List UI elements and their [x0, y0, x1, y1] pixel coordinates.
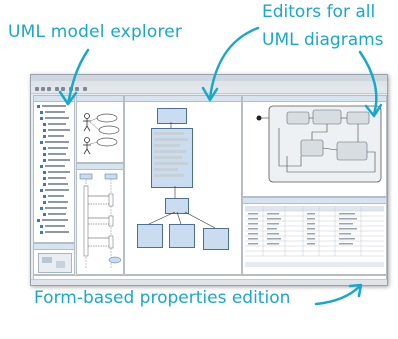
arrow-model-explorer — [66, 48, 90, 106]
arrow-editors-left — [208, 26, 260, 100]
arrow-editors-right — [358, 50, 378, 116]
annotation-arrows — [58, 26, 383, 306]
arrow-properties — [314, 284, 362, 306]
arrow-head — [364, 103, 383, 118]
